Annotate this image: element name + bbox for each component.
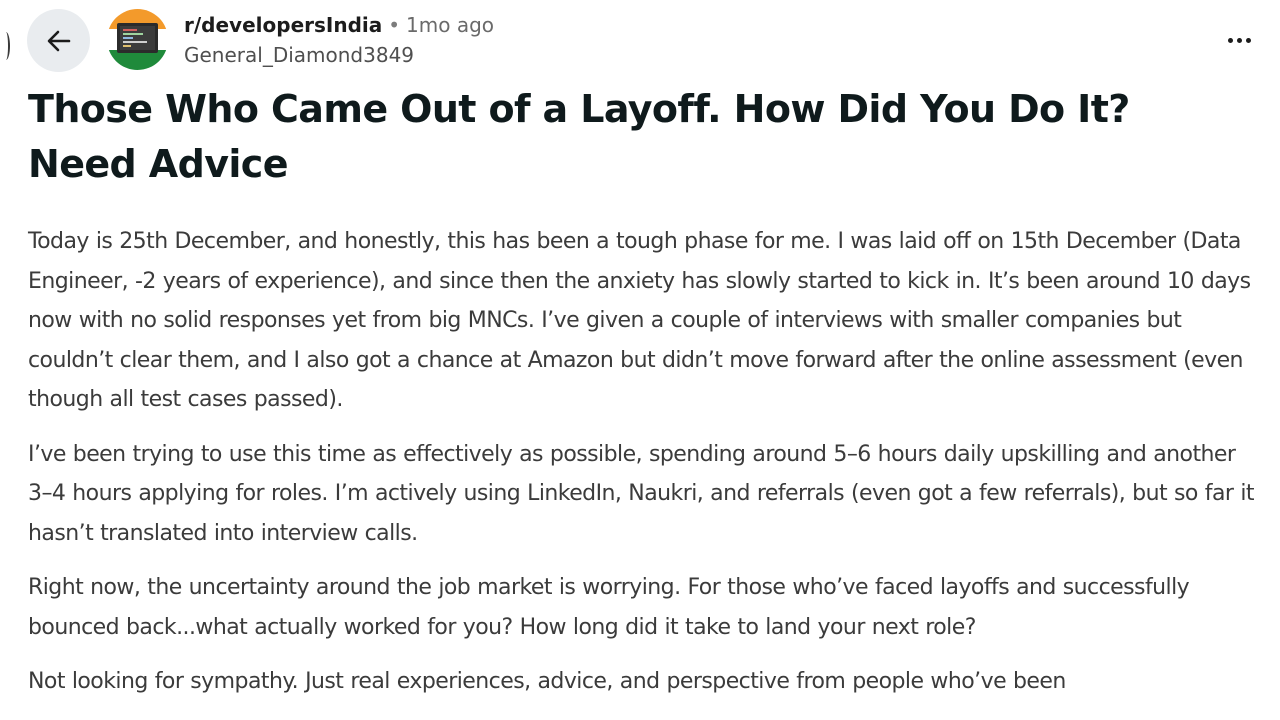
subreddit-name[interactable]: r/developersIndia xyxy=(184,13,382,37)
subreddit-avatar-icon xyxy=(107,9,168,70)
more-options-button[interactable] xyxy=(1224,28,1254,52)
author-username[interactable]: General_Diamond3849 xyxy=(184,40,494,70)
arrow-left-icon xyxy=(45,27,73,55)
post-paragraph: Not looking for sympathy. Just real expe… xyxy=(28,669,1066,694)
subreddit-avatar[interactable] xyxy=(107,9,168,70)
more-horizontal-icon xyxy=(1227,37,1251,43)
meta-separator: • xyxy=(388,13,401,37)
post-paragraph: Right now, the uncertainty around the jo… xyxy=(28,575,1190,640)
post-title: Those Who Came Out of a Layoff. How Did … xyxy=(28,87,1130,186)
post-paragraph: Today is 25th December, and honestly, th… xyxy=(28,229,1251,412)
post-paragraph: I’ve been trying to use this time as eff… xyxy=(28,441,1255,546)
back-button[interactable] xyxy=(27,9,90,72)
post-meta-line: r/developersIndia • 1mo ago xyxy=(184,10,494,40)
post-time: 1mo ago xyxy=(406,13,495,37)
edge-fragment xyxy=(2,32,10,60)
post-meta: r/developersIndia • 1mo ago General_Diamon… xyxy=(184,10,494,70)
post-body: Today is 25th December, and honestly, th… xyxy=(28,222,1262,717)
